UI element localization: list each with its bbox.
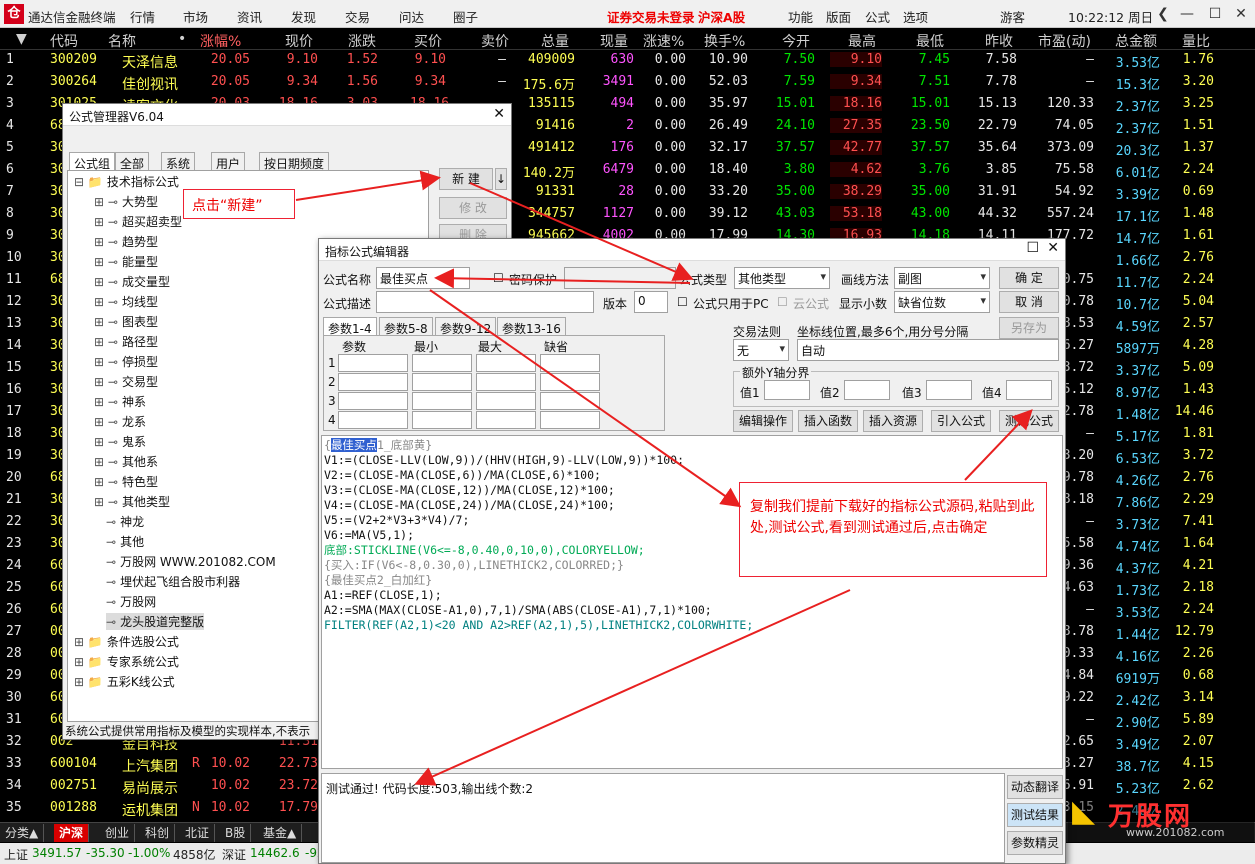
arrow-to-result <box>414 589 851 786</box>
arrow-to-test <box>964 409 1033 481</box>
watermark-url: www.201082.com <box>1126 826 1225 839</box>
arrow-to-code <box>429 289 742 508</box>
arrow-to-name <box>434 268 691 289</box>
arrow-to-type <box>469 182 694 281</box>
arrow-to-new <box>295 170 441 201</box>
watermark: ◣ 万股网 www.201082.com <box>1068 794 1254 842</box>
watermark-logo-icon: ◣ <box>1072 794 1096 829</box>
annotation-arrows <box>295 170 1033 786</box>
